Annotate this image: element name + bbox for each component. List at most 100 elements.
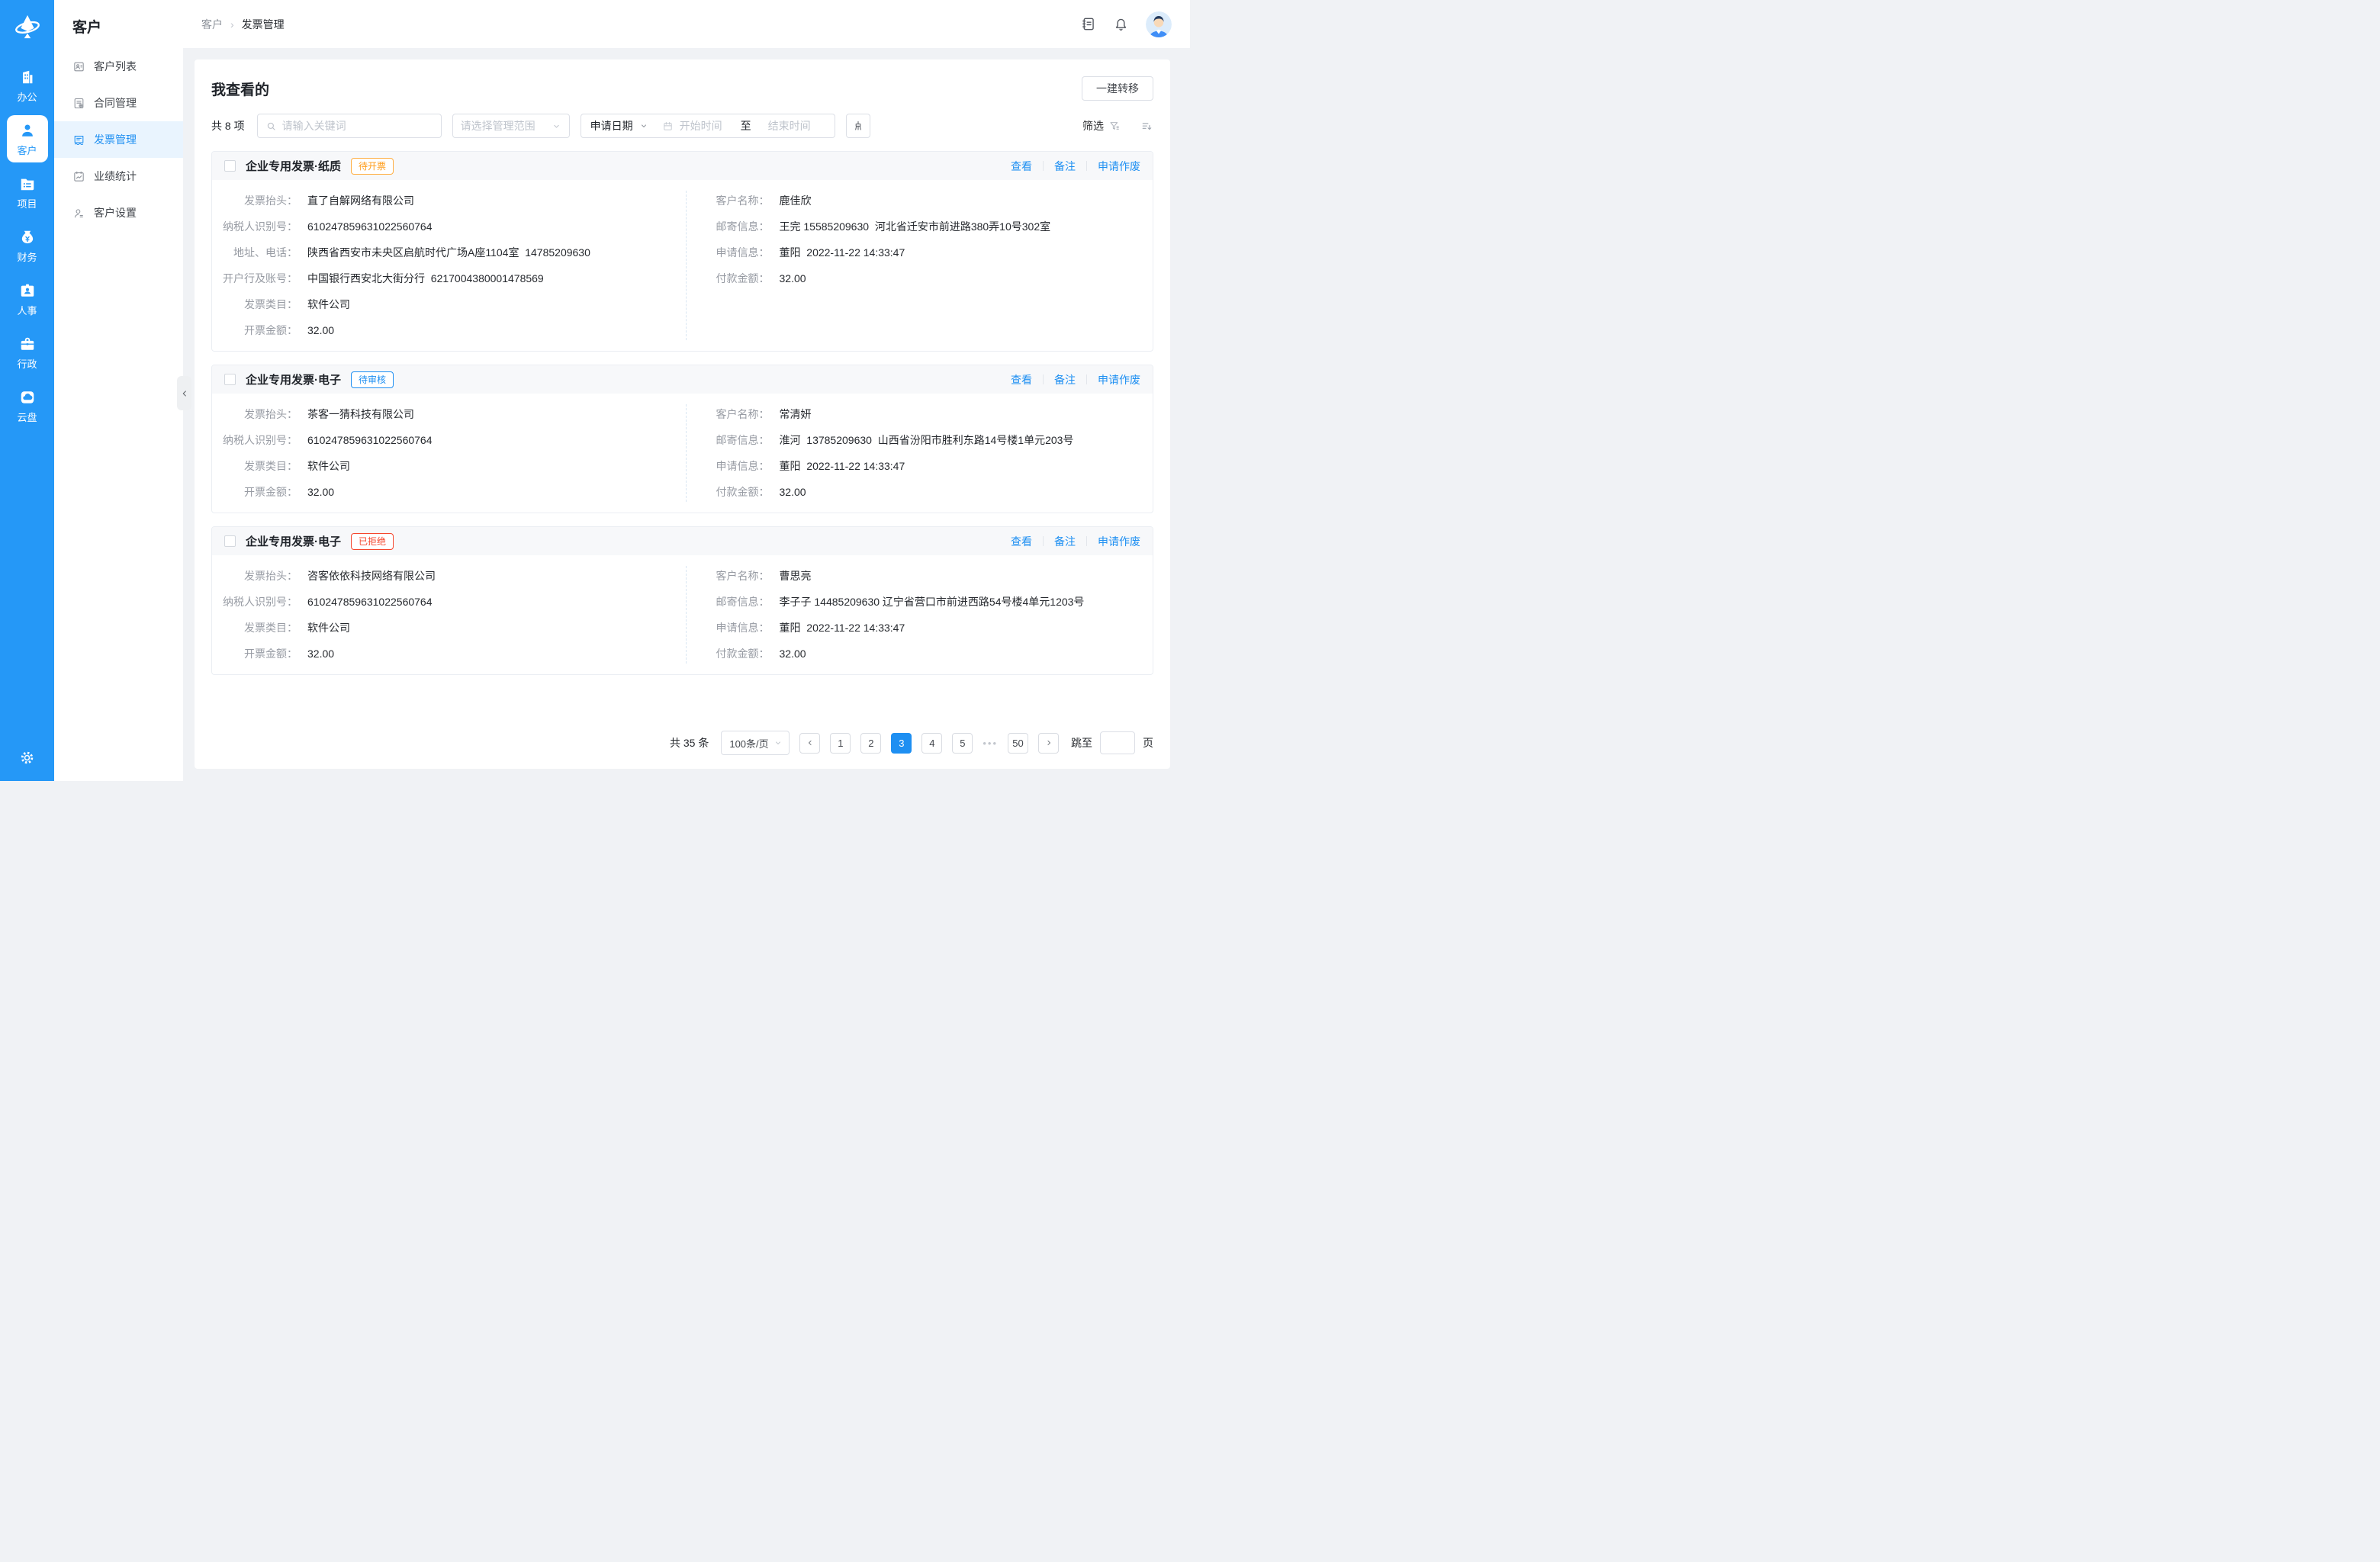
status-badge: 已拒绝	[351, 533, 394, 550]
customer-list-icon	[72, 60, 85, 73]
page-button-1[interactable]: 1	[830, 733, 851, 754]
jump-page-input[interactable]	[1100, 731, 1135, 754]
page-button-3-active[interactable]: 3	[891, 733, 912, 754]
field-label: 发票抬头：	[212, 569, 298, 583]
view-link[interactable]: 查看	[1011, 534, 1032, 549]
filter-toggle[interactable]: 筛选	[1082, 118, 1121, 133]
end-date-placeholder[interactable]: 结束时间	[768, 118, 811, 133]
rail-item-office[interactable]: 办公	[7, 62, 48, 109]
sidebar-collapse-handle[interactable]	[177, 376, 191, 410]
field-label: 申请信息：	[715, 459, 770, 473]
field-label: 客户名称：	[715, 407, 770, 421]
rail-item-admin[interactable]: 行政	[7, 329, 48, 376]
field-row: 邮寄信息：李子子 14485209630 辽宁省营口市前进西路54号楼4单元12…	[715, 595, 1153, 609]
brush-icon	[852, 120, 864, 132]
contract-icon	[72, 97, 85, 110]
field-value: 常清妍	[780, 407, 812, 421]
field-row: 纳税人识别号：610247859631022560764	[212, 595, 683, 609]
column-divider	[686, 191, 687, 340]
field-row: 客户名称：鹿佳欣	[715, 194, 1153, 207]
search-placeholder: 请输入关键词	[282, 118, 346, 133]
one-click-transfer-button[interactable]: 一建转移	[1082, 76, 1153, 101]
field-row: 客户名称：曹思亮	[715, 569, 1153, 583]
date-range-picker[interactable]: 申请日期 开始时间 至 结束时间	[581, 114, 835, 138]
field-value: 610247859631022560764	[307, 433, 433, 447]
scope-select[interactable]: 请选择管理范围	[452, 114, 570, 138]
breadcrumb-parent[interactable]: 客户	[201, 17, 223, 32]
rail-item-finance[interactable]: 财务	[7, 222, 48, 269]
rail-item-project[interactable]: 项目	[7, 169, 48, 216]
void-request-link[interactable]: 申请作废	[1098, 534, 1140, 549]
page-button-5[interactable]: 5	[952, 733, 973, 754]
chevron-left-icon	[806, 738, 815, 747]
rail-item-clouddisk[interactable]: 云盘	[7, 382, 48, 429]
settings-gear-icon[interactable]	[19, 750, 35, 766]
sidebar-item-label: 合同管理	[94, 95, 137, 111]
field-value: 32.00	[307, 323, 334, 337]
field-value: 王完 15585209630 河北省迁安市前进路380弄10号302室	[780, 220, 1051, 233]
user-avatar[interactable]	[1146, 11, 1172, 37]
sort-list-icon[interactable]	[1140, 120, 1153, 133]
sidebar-item-contract-mgmt[interactable]: 合同管理	[54, 85, 183, 121]
field-value: 32.00	[780, 272, 806, 285]
field-value: 32.00	[307, 647, 334, 660]
field-label: 发票抬头：	[212, 407, 298, 421]
invoice-checkbox[interactable]	[224, 535, 236, 547]
void-request-link[interactable]: 申请作废	[1098, 159, 1140, 174]
invoice-title: 企业专用发票·纸质	[246, 158, 341, 174]
invoice-card-body: 发票抬头：咨客依依科技网络有限公司 纳税人识别号：610247859631022…	[212, 555, 1153, 674]
notebook-icon[interactable]	[1080, 16, 1096, 32]
field-label: 开票金额：	[212, 323, 298, 337]
page-size-select[interactable]: 100条/页	[721, 731, 790, 755]
project-icon	[19, 175, 36, 192]
field-label: 付款金额：	[715, 272, 770, 285]
invoice-checkbox[interactable]	[224, 374, 236, 385]
customer-settings-icon	[72, 207, 85, 220]
field-value: 32.00	[780, 485, 806, 499]
topbar-right	[1080, 11, 1172, 37]
performance-icon	[72, 170, 85, 183]
invoice-actions: 查看 备注 申请作废	[1011, 372, 1140, 387]
chevron-down-icon	[774, 738, 783, 747]
sidebar-item-performance-stats[interactable]: 业绩统计	[54, 158, 183, 194]
field-row: 开票金额：32.00	[212, 485, 683, 499]
sidebar-item-customer-settings[interactable]: 客户设置	[54, 194, 183, 231]
rail-item-customer[interactable]: 客户	[7, 115, 48, 162]
view-link[interactable]: 查看	[1011, 159, 1032, 174]
field-row: 付款金额：32.00	[715, 647, 1153, 660]
field-value: 软件公司	[307, 621, 350, 635]
page-button-4[interactable]: 4	[921, 733, 942, 754]
rail-item-label: 项目	[17, 196, 37, 211]
prev-page-button[interactable]	[799, 733, 820, 754]
invoice-left-column: 发票抬头：咨客依依科技网络有限公司 纳税人识别号：610247859631022…	[212, 557, 683, 660]
field-value: 610247859631022560764	[307, 220, 433, 233]
sidebar-item-label: 业绩统计	[94, 169, 137, 184]
invoice-card-body: 发票抬头：直了自解网络有限公司 纳税人识别号：61024785963102256…	[212, 180, 1153, 351]
bell-icon[interactable]	[1113, 16, 1129, 32]
field-label: 发票抬头：	[212, 194, 298, 207]
field-row: 申请信息：董阳 2022-11-22 14:33:47	[715, 459, 1153, 473]
office-icon	[19, 69, 36, 85]
rail-item-hr[interactable]: 人事	[7, 275, 48, 323]
breadcrumb-separator: ›	[230, 18, 234, 31]
clear-filters-button[interactable]	[846, 114, 870, 138]
remark-link[interactable]: 备注	[1054, 372, 1076, 387]
date-type-label[interactable]: 申请日期	[590, 118, 633, 133]
keyword-search-input[interactable]: 请输入关键词	[257, 114, 442, 138]
remark-link[interactable]: 备注	[1054, 159, 1076, 174]
sidebar-item-customer-list[interactable]: 客户列表	[54, 48, 183, 85]
start-date-placeholder[interactable]: 开始时间	[680, 118, 722, 133]
next-page-button[interactable]	[1038, 733, 1059, 754]
page-button-50[interactable]: 50	[1008, 733, 1028, 754]
remark-link[interactable]: 备注	[1054, 534, 1076, 549]
void-request-link[interactable]: 申请作废	[1098, 372, 1140, 387]
page-button-2[interactable]: 2	[860, 733, 881, 754]
sidebar-item-label: 客户设置	[94, 205, 137, 220]
sidebar-item-invoice-mgmt[interactable]: 发票管理	[54, 121, 183, 158]
app-logo	[11, 10, 44, 43]
view-link[interactable]: 查看	[1011, 372, 1032, 387]
field-label: 客户名称：	[715, 569, 770, 583]
search-icon	[265, 121, 277, 132]
invoice-checkbox[interactable]	[224, 160, 236, 172]
field-value: 32.00	[307, 485, 334, 499]
